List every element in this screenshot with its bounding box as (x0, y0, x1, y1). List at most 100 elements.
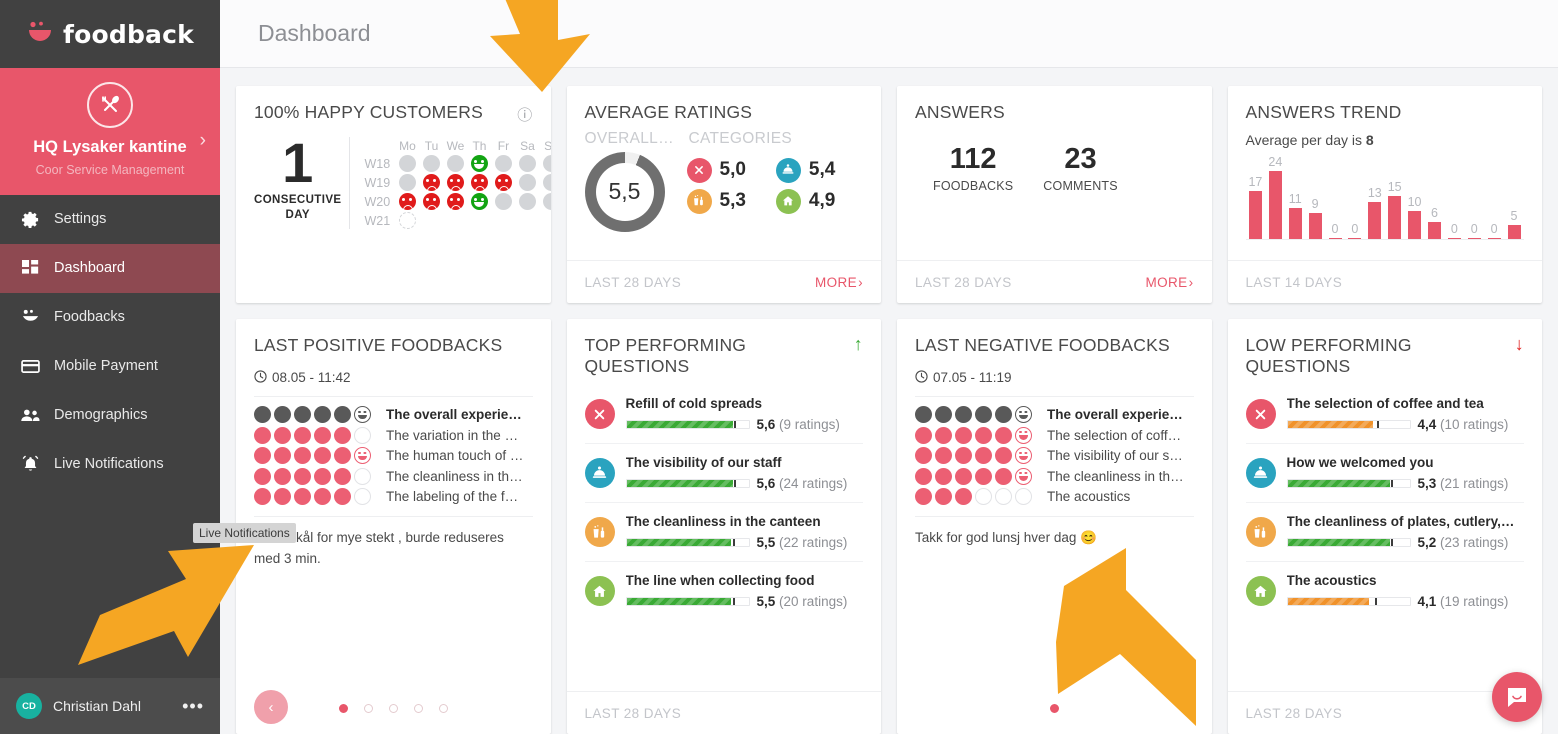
day-cell (491, 193, 515, 210)
day-status-grey-icon (398, 174, 416, 191)
card-top-performing-questions: TOP PERFORMING QUESTIONS ↑ Refill of col… (566, 319, 881, 734)
period-label: LAST 28 DAYS (915, 274, 1012, 290)
question-item[interactable]: The line when collecting food 5,5 (20 rat… (584, 561, 864, 620)
card-title: LAST NEGATIVE FOODBACKS (915, 335, 1170, 355)
chat-bubble-icon[interactable] (1492, 672, 1542, 722)
foodback-rows: The overall experie… The variation in the… (254, 397, 533, 508)
sidebar-item-foodbacks[interactable]: Foodbacks (0, 293, 220, 342)
rating-dot-filled (314, 488, 331, 506)
pager-dot[interactable] (363, 703, 373, 713)
question-meter: 5,6 (9 ratings) (625, 417, 864, 432)
day-status-grey-icon (494, 155, 512, 172)
more-link[interactable]: MORE › (1145, 275, 1193, 290)
pager-dot[interactable] (413, 703, 423, 713)
rating-dot-end (354, 406, 371, 424)
day-cell (539, 174, 551, 191)
rating-dot-filled (995, 426, 1012, 444)
food-fork-knife-icon (1245, 399, 1276, 430)
venue-selector[interactable]: HQ Lysaker kantine Coor Service Manageme… (0, 68, 220, 195)
brand-logo-area[interactable]: foodback (0, 0, 220, 68)
question-meter: 5,3 (21 ratings) (1286, 476, 1525, 492)
card-answers: ANSWERS 112 FOODBACKS 23 COMMENTS LAST 2… (897, 86, 1212, 303)
day-cell (539, 155, 551, 172)
rating-dot-filled (254, 426, 271, 444)
pager-dot[interactable] (1049, 703, 1059, 713)
pager-dot[interactable] (438, 703, 448, 713)
question-main: Refill of cold spreads 5,6 (9 ratings) (625, 396, 864, 432)
day-status-grey-icon (398, 155, 416, 172)
day-status-grey-icon (542, 155, 551, 172)
day-cell (467, 155, 491, 172)
question-meter: 5,2 (23 ratings) (1286, 535, 1525, 550)
user-bar[interactable]: CD Christian Dahl ••• (0, 678, 220, 734)
sidebar-item-settings[interactable]: Settings (0, 195, 220, 244)
rating-dot-filled (995, 406, 1012, 424)
day-status-green-icon (470, 193, 488, 210)
card-header: ANSWERS (915, 102, 1194, 123)
more-link[interactable]: MORE › (815, 275, 863, 290)
overall-label: OVERALL… (584, 129, 674, 147)
brand-name: foodback (63, 19, 194, 49)
bar-column: 0 (1464, 152, 1484, 239)
sidebar-item-dashboard[interactable]: Dashboard (0, 243, 220, 293)
ellipsis-icon[interactable]: ••• (182, 697, 204, 715)
question-item[interactable]: The cleanliness in the canteen 5,5 (22 ra… (584, 502, 864, 561)
question-main: The cleanliness in the canteen 5,5 (22 ra… (625, 514, 864, 550)
foodback-row: The selection of coff… (915, 425, 1194, 446)
score-meter (1286, 538, 1411, 548)
foodback-question: The human touch of … (386, 448, 524, 464)
question-item[interactable]: How we welcomed you 5,3 (21 ratings) (1245, 443, 1525, 502)
question-item[interactable]: The acoustics 4,1 (19 ratings) (1245, 561, 1524, 620)
question-item[interactable]: Refill of cold spreads 5,6 (9 ratings) (584, 385, 864, 443)
bar-column: 15 (1385, 152, 1405, 239)
meter-marker (1391, 480, 1394, 488)
question-title: How we welcomed you (1286, 455, 1434, 471)
sidebar-item-demographics[interactable]: Demographics (0, 391, 220, 440)
environment-house-icon (775, 188, 801, 214)
bar-value-label: 15 (1387, 180, 1402, 195)
environment-house-icon (584, 576, 615, 607)
chevron-right-icon: › (858, 274, 863, 290)
rating-dot-filled (995, 447, 1012, 465)
question-score: 5,3 (21 ratings) (1417, 476, 1509, 492)
sidebar-item-mobile-payment[interactable]: Mobile Payment (0, 342, 220, 391)
sidebar: foodback HQ Lysaker kantine Coor Service… (0, 0, 296, 734)
day-header: We (446, 139, 465, 153)
card-title: AVERAGE RATINGS (584, 102, 753, 122)
question-item[interactable]: The cleanliness of plates, cutlery,… 5,2 … (1245, 502, 1525, 561)
top-bar: Dashboard (220, 0, 1558, 68)
day-header: Sa (520, 139, 535, 153)
bar-column: 0 (1325, 152, 1345, 239)
dashboard-grid-icon (20, 258, 40, 278)
overall-donut-chart: 5,5 (584, 151, 665, 232)
meter-fill (626, 598, 732, 606)
category-value: 5,0 (719, 159, 746, 181)
day-cell (419, 193, 443, 210)
card-footer: LAST 28 DAYS MORE › (897, 260, 1212, 303)
bar (1288, 207, 1302, 239)
info-icon[interactable]: ⓘ (517, 104, 532, 125)
rating-dot-end (354, 447, 371, 465)
service-bell-icon (584, 458, 615, 489)
rating-dot-end (354, 488, 371, 506)
chevron-right-icon[interactable]: › (200, 130, 206, 152)
rating-dot-filled (294, 467, 311, 485)
pager-dot[interactable] (338, 703, 348, 713)
categories-label: CATEGORIES (688, 129, 792, 147)
question-item[interactable]: The selection of coffee and tea 4,4 (10 r… (1245, 385, 1525, 443)
rating-dots (915, 426, 1037, 444)
sidebar-item-live-notifications[interactable]: Live Notifications (0, 440, 220, 489)
card-header: AVERAGE RATINGS (585, 102, 864, 123)
rating-dot-filled (915, 447, 932, 465)
chevron-left-icon[interactable]: ‹ (254, 690, 288, 724)
stat-foodbacks: 112 FOODBACKS (933, 144, 1013, 193)
week-label: W20 (364, 194, 391, 209)
rating-dot-filled (314, 467, 331, 485)
period-label: LAST 28 DAYS (584, 274, 682, 290)
rating-dots (254, 467, 376, 485)
question-main: The line when collecting food 5,5 (20 rat… (625, 573, 864, 609)
day-header: Th (472, 139, 487, 153)
consecutive-label: CONSECUTIVE DAY (254, 193, 342, 222)
pager-dot[interactable] (388, 703, 398, 713)
question-item[interactable]: The visibility of our staff 5,6 (24 ratin… (584, 443, 863, 502)
